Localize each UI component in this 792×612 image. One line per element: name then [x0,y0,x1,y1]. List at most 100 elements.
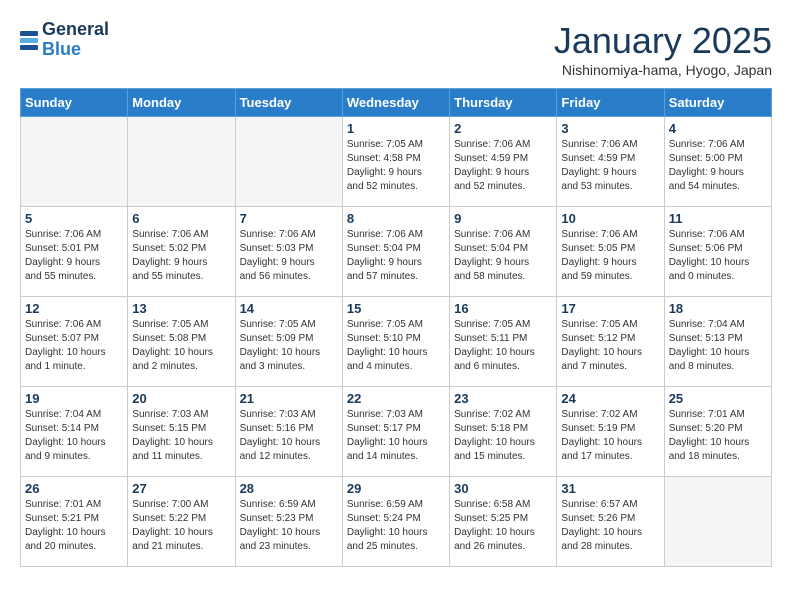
cell-info: Sunrise: 6:59 AM Sunset: 5:24 PM Dayligh… [347,498,445,554]
day-number: 20 [132,391,230,406]
day-number: 19 [25,391,123,406]
day-number: 15 [347,301,445,316]
day-number: 22 [347,391,445,406]
calendar-cell: 11 Sunrise: 7:06 AM Sunset: 5:06 PM Dayli… [664,207,771,297]
cell-info: Sunrise: 6:57 AM Sunset: 5:26 PM Dayligh… [561,498,659,554]
day-number: 1 [347,121,445,136]
location-subtitle: Nishinomiya-hama, Hyogo, Japan [554,62,772,78]
header: General Blue January 2025 Nishinomiya-ha… [20,20,772,78]
cell-info: Sunrise: 7:05 AM Sunset: 5:11 PM Dayligh… [454,318,552,374]
calendar-cell: 7 Sunrise: 7:06 AM Sunset: 5:03 PM Daylig… [235,207,342,297]
calendar-cell: 31 Sunrise: 6:57 AM Sunset: 5:26 PM Dayli… [557,477,664,567]
cell-info: Sunrise: 6:59 AM Sunset: 5:23 PM Dayligh… [240,498,338,554]
cell-info: Sunrise: 7:06 AM Sunset: 5:04 PM Dayligh… [454,228,552,284]
cell-info: Sunrise: 7:04 AM Sunset: 5:13 PM Dayligh… [669,318,767,374]
day-number: 13 [132,301,230,316]
calendar-cell: 9 Sunrise: 7:06 AM Sunset: 5:04 PM Daylig… [450,207,557,297]
cell-info: Sunrise: 7:00 AM Sunset: 5:22 PM Dayligh… [132,498,230,554]
cell-info: Sunrise: 6:58 AM Sunset: 5:25 PM Dayligh… [454,498,552,554]
day-number: 18 [669,301,767,316]
day-header-tuesday: Tuesday [235,89,342,117]
calendar-cell: 29 Sunrise: 6:59 AM Sunset: 5:24 PM Dayli… [342,477,449,567]
calendar-cell: 15Sunrise: 7:05 AM Sunset: 5:10 PM Dayli… [342,297,449,387]
cell-info: Sunrise: 7:06 AM Sunset: 5:03 PM Dayligh… [240,228,338,284]
day-number: 21 [240,391,338,406]
calendar-cell: 26 Sunrise: 7:01 AM Sunset: 5:21 PM Dayli… [21,477,128,567]
calendar-cell: 30 Sunrise: 6:58 AM Sunset: 5:25 PM Dayli… [450,477,557,567]
cell-info: Sunrise: 7:03 AM Sunset: 5:15 PM Dayligh… [132,408,230,464]
week-row-5: 26 Sunrise: 7:01 AM Sunset: 5:21 PM Dayli… [21,477,772,567]
week-row-1: 1 Sunrise: 7:05 AM Sunset: 4:58 PM Daylig… [21,117,772,207]
cell-info: Sunrise: 7:05 AM Sunset: 4:58 PM Dayligh… [347,138,445,194]
cell-info: Sunrise: 7:02 AM Sunset: 5:18 PM Dayligh… [454,408,552,464]
day-number: 26 [25,481,123,496]
day-header-wednesday: Wednesday [342,89,449,117]
logo: General Blue [20,20,109,60]
cell-info: Sunrise: 7:02 AM Sunset: 5:19 PM Dayligh… [561,408,659,464]
day-number: 27 [132,481,230,496]
cell-info: Sunrise: 7:05 AM Sunset: 5:08 PM Dayligh… [132,318,230,374]
day-number: 25 [669,391,767,406]
day-header-thursday: Thursday [450,89,557,117]
day-number: 23 [454,391,552,406]
day-number: 8 [347,211,445,226]
logo-blue: Blue [42,39,81,59]
day-number: 17 [561,301,659,316]
cell-info: Sunrise: 7:06 AM Sunset: 5:06 PM Dayligh… [669,228,767,284]
calendar-cell: 13 Sunrise: 7:05 AM Sunset: 5:08 PM Dayli… [128,297,235,387]
cell-info: Sunrise: 7:06 AM Sunset: 5:01 PM Dayligh… [25,228,123,284]
calendar-cell: 12Sunrise: 7:06 AM Sunset: 5:07 PM Dayli… [21,297,128,387]
calendar-cell [235,117,342,207]
calendar-cell: 1 Sunrise: 7:05 AM Sunset: 4:58 PM Daylig… [342,117,449,207]
day-header-sunday: Sunday [21,89,128,117]
day-number: 14 [240,301,338,316]
calendar-body: 1 Sunrise: 7:05 AM Sunset: 4:58 PM Daylig… [21,117,772,567]
day-number: 28 [240,481,338,496]
calendar-cell: 6 Sunrise: 7:06 AM Sunset: 5:02 PM Daylig… [128,207,235,297]
week-row-2: 5Sunrise: 7:06 AM Sunset: 5:01 PM Daylig… [21,207,772,297]
day-number: 29 [347,481,445,496]
calendar-cell: 10 Sunrise: 7:06 AM Sunset: 5:05 PM Dayli… [557,207,664,297]
cell-info: Sunrise: 7:06 AM Sunset: 5:07 PM Dayligh… [25,318,123,374]
calendar-cell: 23 Sunrise: 7:02 AM Sunset: 5:18 PM Dayli… [450,387,557,477]
calendar-cell: 4 Sunrise: 7:06 AM Sunset: 5:00 PM Daylig… [664,117,771,207]
cell-info: Sunrise: 7:06 AM Sunset: 5:02 PM Dayligh… [132,228,230,284]
week-row-3: 12Sunrise: 7:06 AM Sunset: 5:07 PM Dayli… [21,297,772,387]
cell-info: Sunrise: 7:03 AM Sunset: 5:16 PM Dayligh… [240,408,338,464]
day-number: 10 [561,211,659,226]
day-number: 31 [561,481,659,496]
calendar-cell: 19Sunrise: 7:04 AM Sunset: 5:14 PM Dayli… [21,387,128,477]
calendar-cell: 25 Sunrise: 7:01 AM Sunset: 5:20 PM Dayli… [664,387,771,477]
calendar-cell: 16Sunrise: 7:05 AM Sunset: 5:11 PM Dayli… [450,297,557,387]
day-number: 9 [454,211,552,226]
cell-info: Sunrise: 7:06 AM Sunset: 4:59 PM Dayligh… [561,138,659,194]
day-header-monday: Monday [128,89,235,117]
cell-info: Sunrise: 7:05 AM Sunset: 5:12 PM Dayligh… [561,318,659,374]
day-number: 7 [240,211,338,226]
logo-icon [20,31,38,50]
cell-info: Sunrise: 7:06 AM Sunset: 4:59 PM Dayligh… [454,138,552,194]
cell-info: Sunrise: 7:05 AM Sunset: 5:09 PM Dayligh… [240,318,338,374]
day-number: 6 [132,211,230,226]
day-number: 4 [669,121,767,136]
days-of-week-header: SundayMondayTuesdayWednesdayThursdayFrid… [21,89,772,117]
day-number: 30 [454,481,552,496]
calendar-cell: 21 Sunrise: 7:03 AM Sunset: 5:16 PM Dayli… [235,387,342,477]
calendar-cell: 3Sunrise: 7:06 AM Sunset: 4:59 PM Daylig… [557,117,664,207]
calendar-cell: 22Sunrise: 7:03 AM Sunset: 5:17 PM Dayli… [342,387,449,477]
calendar-cell: 17 Sunrise: 7:05 AM Sunset: 5:12 PM Dayli… [557,297,664,387]
day-number: 24 [561,391,659,406]
calendar-cell: 27 Sunrise: 7:00 AM Sunset: 5:22 PM Dayli… [128,477,235,567]
calendar-table: SundayMondayTuesdayWednesdayThursdayFrid… [20,88,772,567]
logo-general: General [42,19,109,39]
week-row-4: 19Sunrise: 7:04 AM Sunset: 5:14 PM Dayli… [21,387,772,477]
calendar-cell: 8Sunrise: 7:06 AM Sunset: 5:04 PM Daylig… [342,207,449,297]
cell-info: Sunrise: 7:06 AM Sunset: 5:05 PM Dayligh… [561,228,659,284]
day-number: 11 [669,211,767,226]
month-title: January 2025 [554,20,772,62]
cell-info: Sunrise: 7:01 AM Sunset: 5:20 PM Dayligh… [669,408,767,464]
cell-info: Sunrise: 7:01 AM Sunset: 5:21 PM Dayligh… [25,498,123,554]
calendar-cell: 20 Sunrise: 7:03 AM Sunset: 5:15 PM Dayli… [128,387,235,477]
calendar-cell [21,117,128,207]
cell-info: Sunrise: 7:06 AM Sunset: 5:00 PM Dayligh… [669,138,767,194]
